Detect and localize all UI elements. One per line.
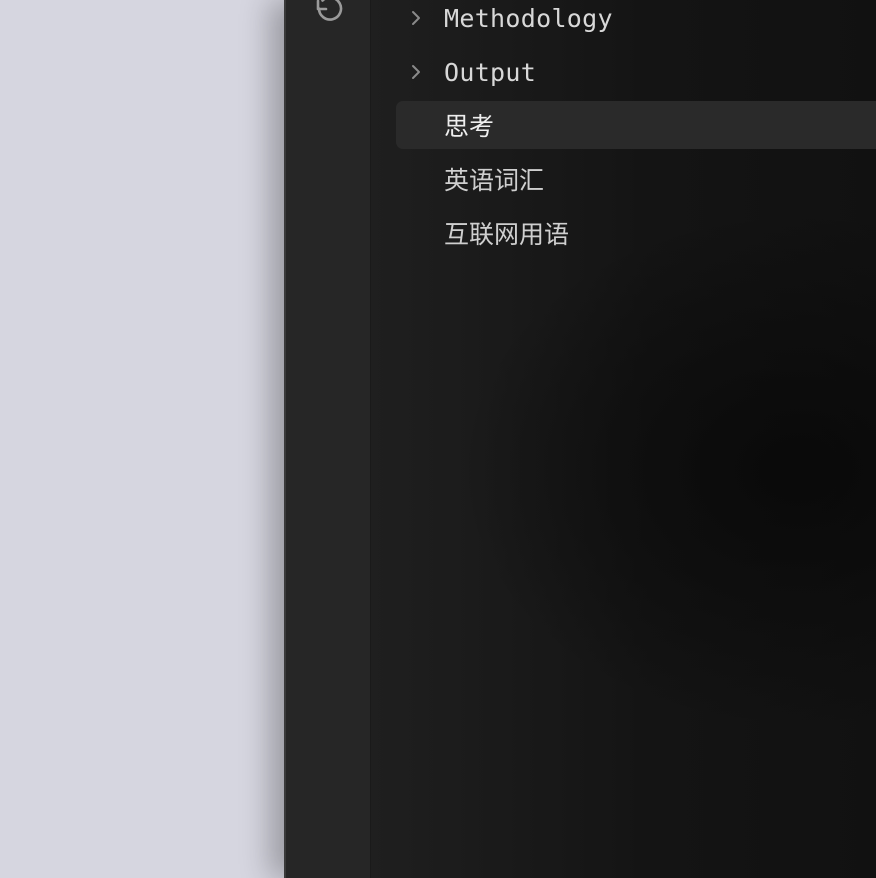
left-ribbon <box>286 0 371 878</box>
file-explorer: Methodology Output 思考 英语词汇 互联网用语 <box>371 0 876 878</box>
tree-item-label: Output <box>444 57 537 87</box>
tree-folder-output[interactable]: Output <box>396 48 876 96</box>
tree-file-active[interactable]: 思考 <box>396 101 876 149</box>
app-window: Methodology Output 思考 英语词汇 互联网用语 <box>284 0 876 878</box>
tree-item-label: 互联网用语 <box>444 220 570 249</box>
undo-icon <box>316 0 343 21</box>
chevron-right-icon[interactable] <box>406 8 426 28</box>
tree-folder-methodology[interactable]: Methodology <box>396 0 876 42</box>
tree-item-label: 思考 <box>444 112 495 141</box>
tree-file[interactable]: 英语词汇 <box>396 155 876 203</box>
tree-file[interactable]: 互联网用语 <box>396 209 876 257</box>
chevron-right-icon[interactable] <box>406 62 426 82</box>
tree-item-label: Methodology <box>444 3 613 33</box>
tree-item-label: 英语词汇 <box>444 166 545 195</box>
undo-button[interactable] <box>308 0 348 30</box>
